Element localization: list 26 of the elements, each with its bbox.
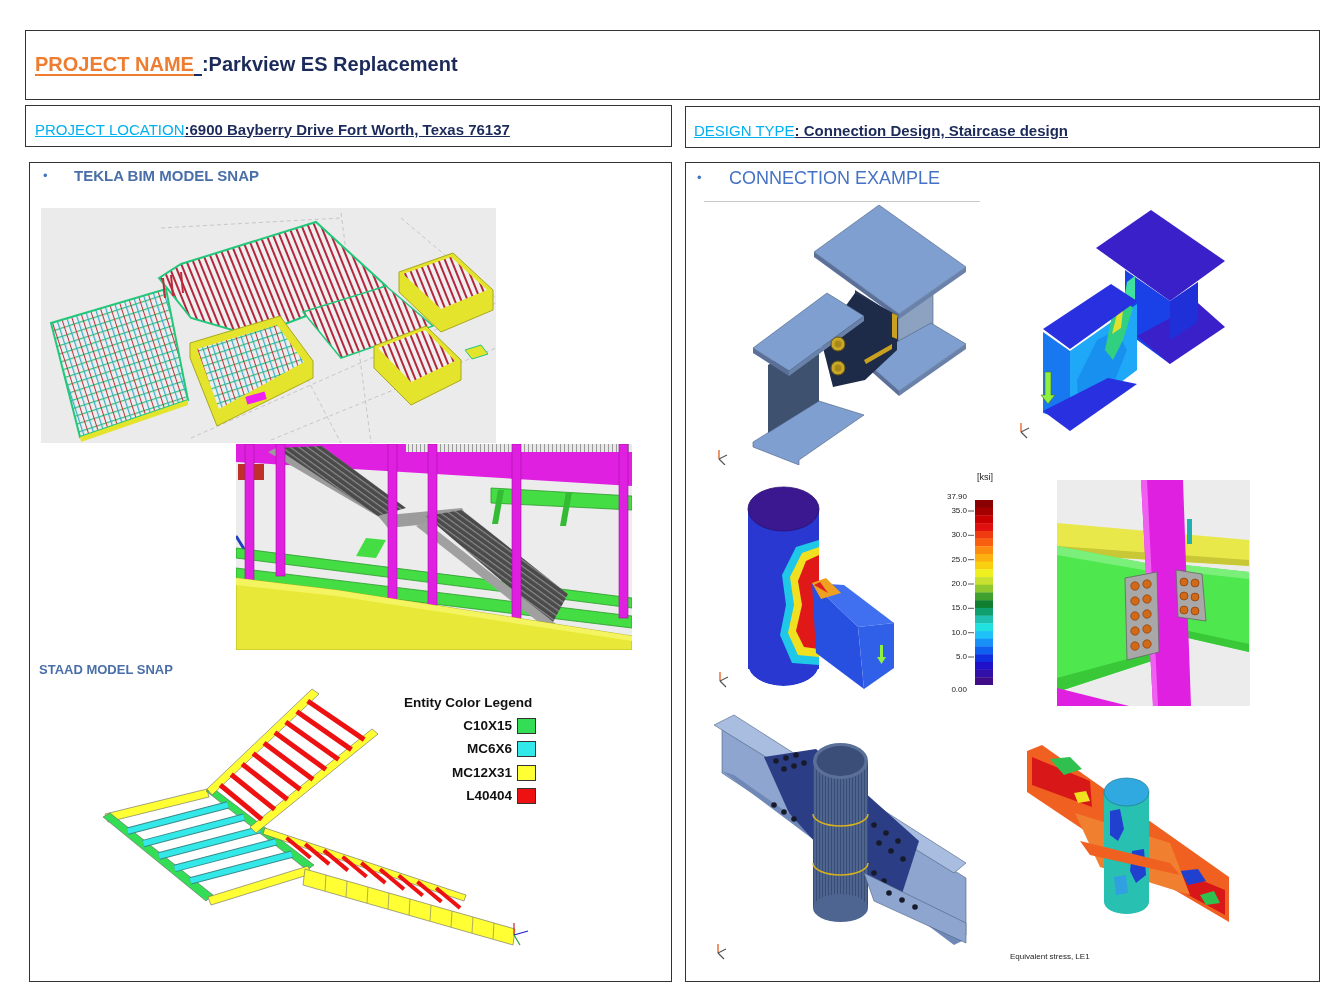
scale-tick-label: 37.90 [946,492,967,502]
section-title: STAAD MODEL SNAP [39,662,173,678]
legend-label: MC6X6 [467,741,512,758]
scale-tick-label: 30.0 [951,530,967,541]
scale-tick-label: 25.0 [951,554,967,565]
bullet: • [697,170,703,186]
bullet: • [43,168,49,184]
legend-label: MC12X31 [451,764,512,781]
scale-tick-label: 10.0 [951,627,967,638]
legend-label: L40404 [466,788,512,805]
info-value: :6900 Bayberry Drive Fort Worth, Texas 76137 [184,120,510,138]
scale-tick-label: 5.0 [955,652,967,662]
image-caption: Equivalent stress, LE1 [1010,952,1090,962]
project-name-value: :Parkview ES Replacement [201,52,458,76]
scale-tick-label: 20.0 [951,579,967,589]
section-title: TEKLA BIM MODEL SNAP [74,166,259,186]
info-label: PROJECT LOCATION [35,120,185,138]
info-value: : Connection Design, Staircase design [794,121,1068,139]
scale-tick-label: 15.0 [951,603,967,614]
legend-title: Entity Color Legend [404,694,534,712]
section-title: CONNECTION EXAMPLE [729,167,941,189]
scale-tick-label: 0.00 [951,685,967,695]
legend-label: C10X15 [463,717,512,734]
scale-unit-label: [ksi] [977,471,994,484]
info-label: DESIGN TYPE [694,121,795,139]
scale-tick-label: 35.0 [951,506,967,516]
